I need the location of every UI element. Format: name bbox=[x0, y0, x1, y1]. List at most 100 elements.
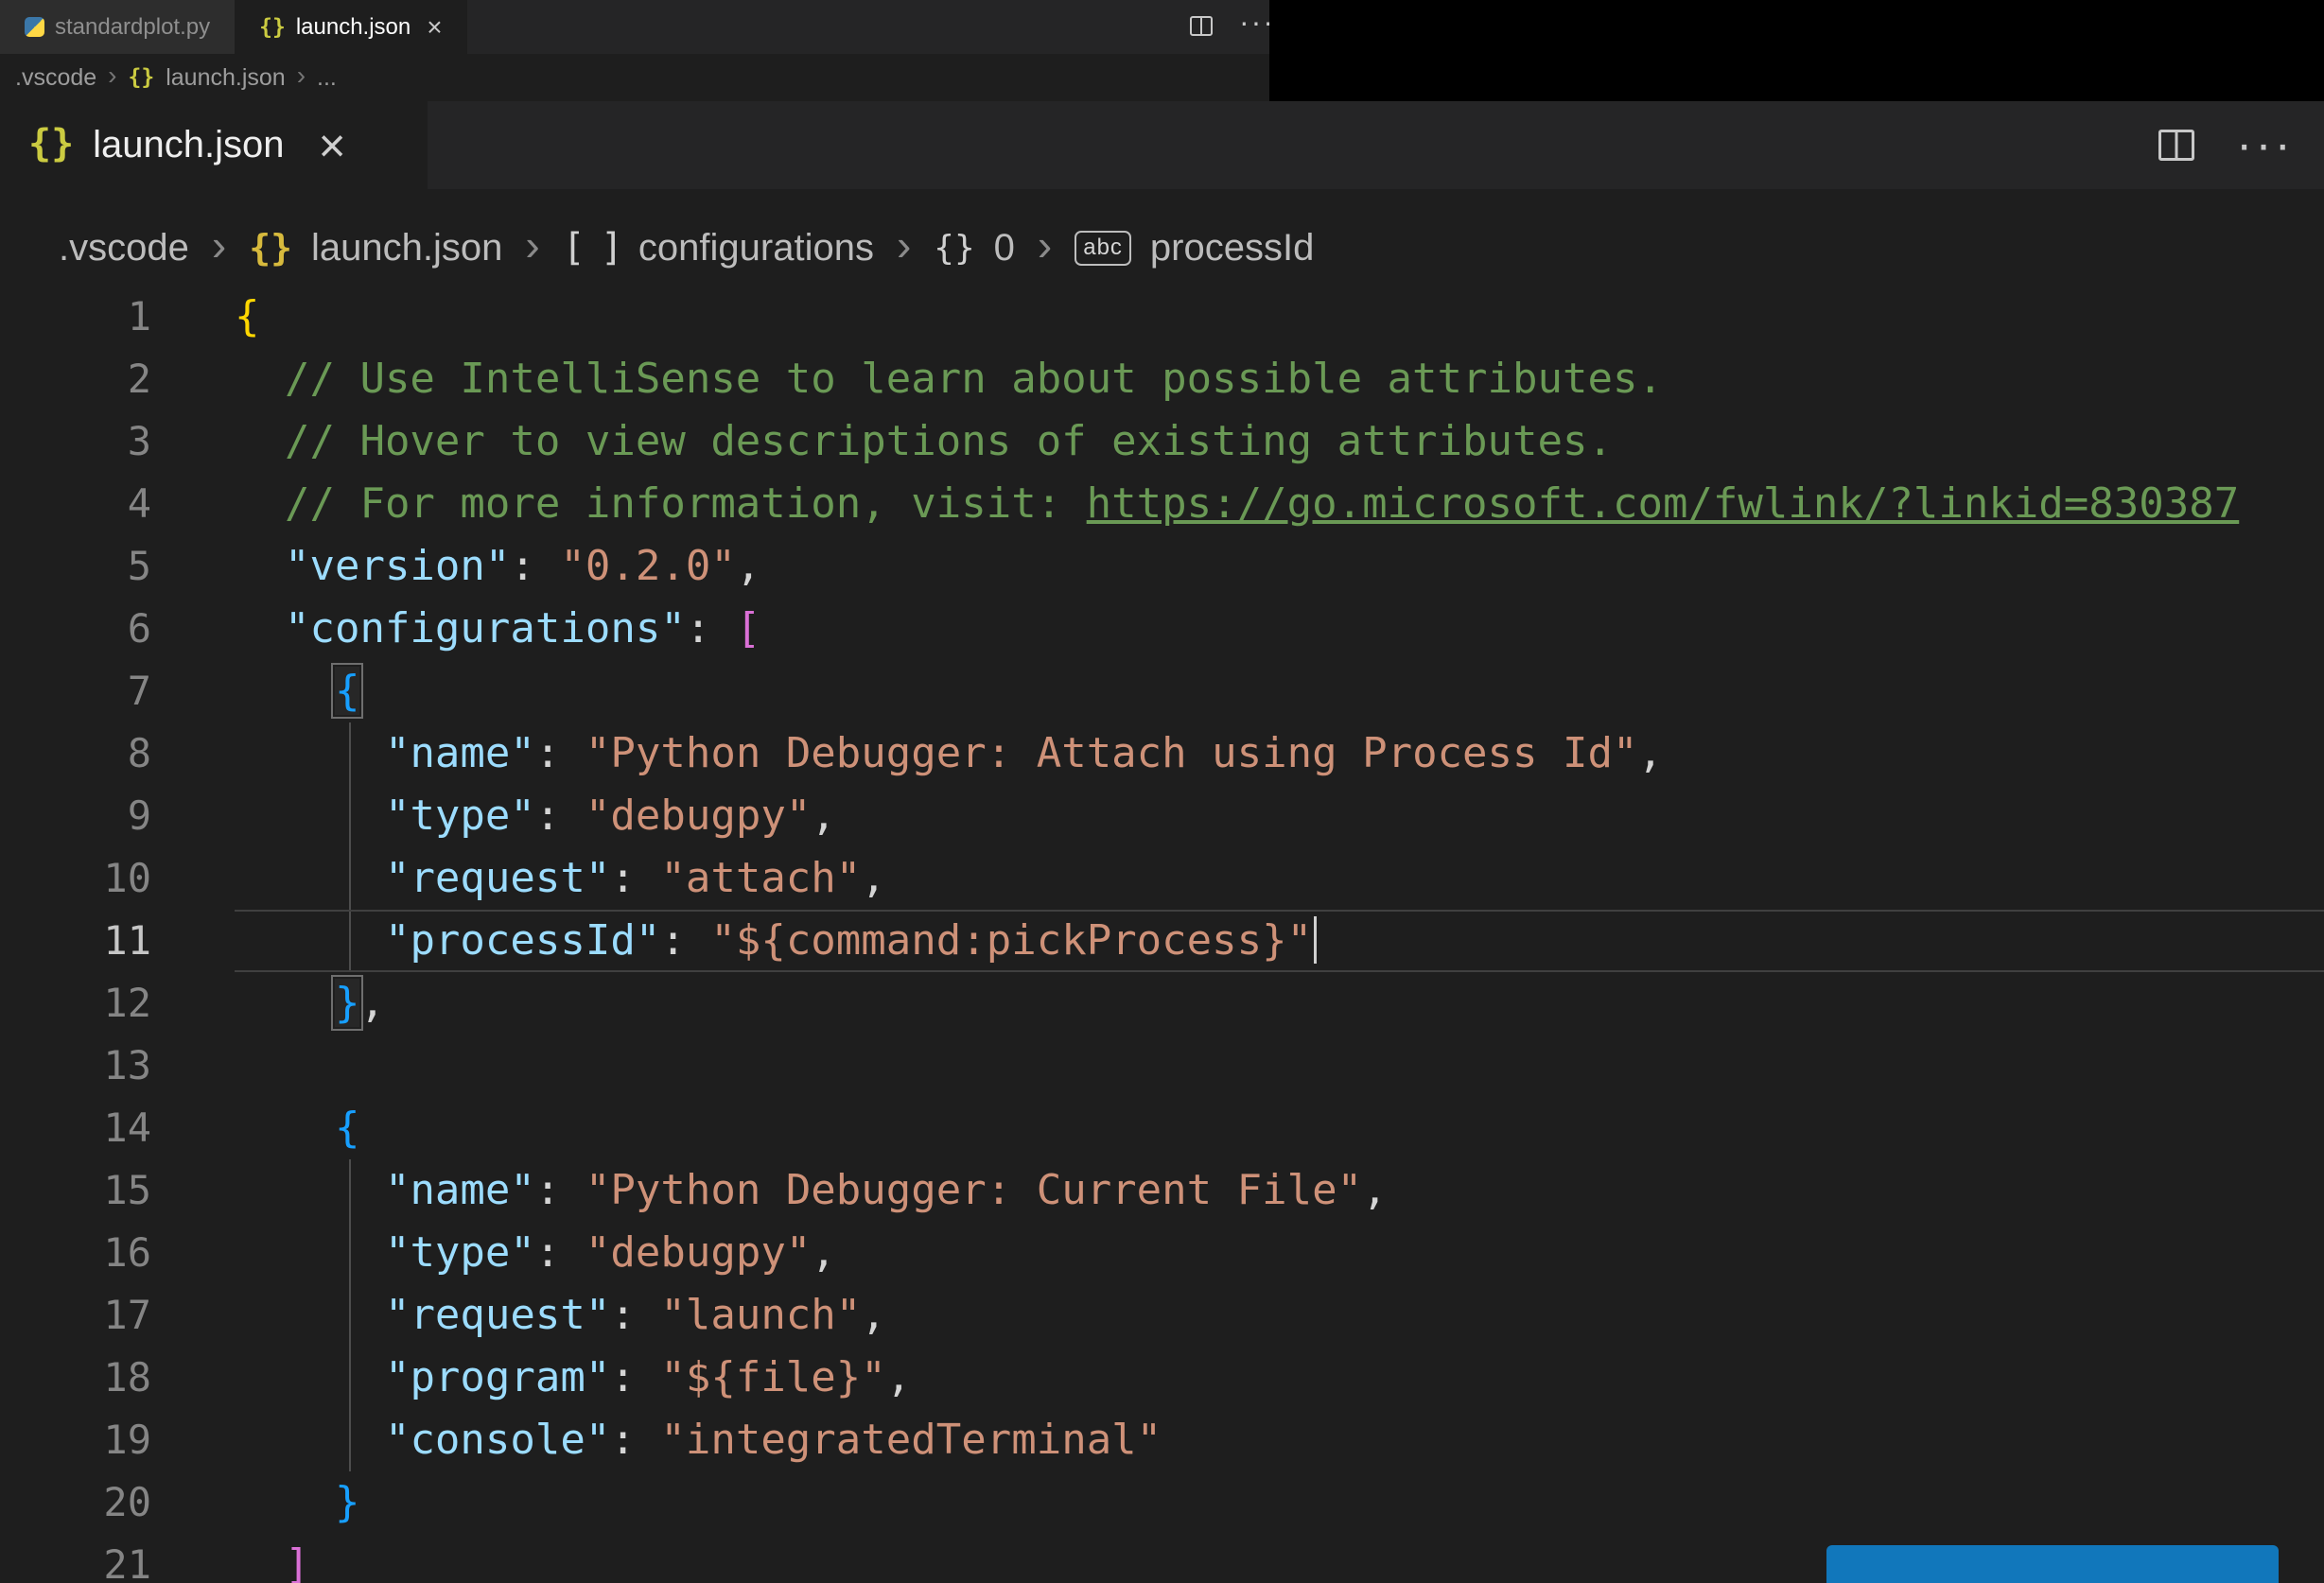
close-icon[interactable]: × bbox=[319, 122, 346, 169]
code-line[interactable]: 10 "request": "attach", bbox=[0, 847, 2324, 910]
code-line[interactable]: 20 } bbox=[0, 1471, 2324, 1534]
line-number[interactable]: 18 bbox=[0, 1347, 151, 1409]
breadcrumb-folder[interactable]: .vscode bbox=[15, 64, 96, 92]
more-actions-icon[interactable]: ··· bbox=[2236, 120, 2294, 168]
code-line[interactable]: 18 "program": "${file}", bbox=[0, 1347, 2324, 1409]
line-number[interactable]: 8 bbox=[0, 722, 151, 785]
chevron-right-icon: › bbox=[1037, 220, 1053, 270]
breadcrumb-configurations[interactable]: configurations bbox=[638, 227, 874, 270]
code-token: // Use IntelliSense to learn about possi… bbox=[284, 355, 1663, 403]
code-token: } bbox=[334, 1478, 360, 1526]
line-number[interactable]: 4 bbox=[0, 473, 151, 535]
line-number[interactable]: 19 bbox=[0, 1409, 151, 1471]
tab-launch-json[interactable]: {} launch.json × bbox=[235, 0, 467, 54]
split-editor-icon[interactable] bbox=[2158, 130, 2195, 161]
code-text: "configurations": [ bbox=[235, 598, 760, 660]
json-file-icon: {} bbox=[128, 65, 155, 90]
code-token: "debugpy" bbox=[585, 792, 812, 840]
json-file-icon: {} bbox=[249, 227, 292, 269]
code-token: : bbox=[534, 1166, 585, 1214]
symbol-string-icon: abc bbox=[1075, 230, 1131, 266]
code-token: "processId" bbox=[384, 916, 661, 965]
code-line[interactable]: 5 "version": "0.2.0", bbox=[0, 535, 2324, 598]
code-line[interactable]: 3 // Hover to view descriptions of exist… bbox=[0, 410, 2324, 473]
code-token: , bbox=[861, 1291, 886, 1339]
code-token: , bbox=[811, 792, 836, 840]
line-number[interactable]: 2 bbox=[0, 348, 151, 410]
code-line[interactable]: 17 "request": "launch", bbox=[0, 1284, 2324, 1347]
code-text: } bbox=[235, 1471, 360, 1534]
code-line[interactable]: 1{ bbox=[0, 286, 2324, 348]
code-token: "type" bbox=[384, 792, 535, 840]
line-number[interactable]: 17 bbox=[0, 1284, 151, 1347]
tab-launch-json-large[interactable]: {} launch.json × bbox=[0, 101, 428, 189]
code-line[interactable]: 12 }, bbox=[0, 972, 2324, 1035]
line-number[interactable]: 1 bbox=[0, 286, 151, 348]
code-token: , bbox=[359, 979, 385, 1027]
line-number[interactable]: 10 bbox=[0, 847, 151, 910]
line-number[interactable]: 20 bbox=[0, 1471, 151, 1534]
code-token: "program" bbox=[384, 1353, 611, 1401]
code-line[interactable]: 8 "name": "Python Debugger: Attach using… bbox=[0, 722, 2324, 785]
line-number[interactable]: 7 bbox=[0, 660, 151, 722]
vscode-window: standardplot.py {} launch.json × ··· .vs… bbox=[0, 0, 2324, 1583]
code-line[interactable]: 11 "processId": "${command:pickProcess}" bbox=[0, 910, 2324, 972]
code-line[interactable]: 2 // Use IntelliSense to learn about pos… bbox=[0, 348, 2324, 410]
tab-standardplot-py[interactable]: standardplot.py bbox=[0, 0, 236, 54]
line-number[interactable]: 9 bbox=[0, 785, 151, 847]
code-line[interactable]: 9 "type": "debugpy", bbox=[0, 785, 2324, 847]
line-number[interactable]: 12 bbox=[0, 972, 151, 1035]
black-region bbox=[1269, 0, 2324, 101]
tab-label: launch.json bbox=[93, 124, 285, 165]
code-area[interactable]: 1{2 // Use IntelliSense to learn about p… bbox=[0, 286, 2324, 1583]
line-number[interactable]: 5 bbox=[0, 535, 151, 598]
breadcrumb-property[interactable]: processId bbox=[1150, 227, 1314, 270]
add-configuration-button[interactable] bbox=[1826, 1545, 2279, 1583]
code-line[interactable]: 19 "console": "integratedTerminal" bbox=[0, 1409, 2324, 1471]
code-line[interactable]: 14 { bbox=[0, 1097, 2324, 1159]
line-number[interactable]: 6 bbox=[0, 598, 151, 660]
code-token: "configurations" bbox=[284, 604, 686, 652]
line-number[interactable]: 11 bbox=[0, 910, 151, 972]
code-token: "version" bbox=[284, 542, 511, 590]
code-token: "integratedTerminal" bbox=[660, 1416, 1162, 1464]
chevron-right-icon: › bbox=[525, 220, 540, 270]
line-number[interactable]: 21 bbox=[0, 1534, 151, 1583]
close-icon[interactable]: × bbox=[427, 12, 442, 43]
split-editor-icon[interactable] bbox=[1190, 16, 1213, 36]
code-line[interactable]: 15 "name": "Python Debugger: Current Fil… bbox=[0, 1159, 2324, 1222]
code-token: , bbox=[885, 1353, 912, 1401]
line-number[interactable]: 16 bbox=[0, 1222, 151, 1284]
code-line[interactable]: 13 bbox=[0, 1035, 2324, 1097]
chevron-right-icon: › bbox=[296, 61, 306, 90]
code-token: : bbox=[610, 854, 661, 902]
breadcrumb-index[interactable]: 0 bbox=[994, 227, 1015, 270]
breadcrumb-more[interactable]: ... bbox=[317, 64, 337, 92]
code-line[interactable]: 6 "configurations": [ bbox=[0, 598, 2324, 660]
code-token: , bbox=[811, 1228, 836, 1277]
line-number[interactable]: 13 bbox=[0, 1035, 151, 1097]
tab-label: standardplot.py bbox=[55, 13, 211, 40]
line-number[interactable]: 3 bbox=[0, 410, 151, 473]
code-token: "request" bbox=[384, 1291, 611, 1339]
line-number[interactable]: 15 bbox=[0, 1159, 151, 1222]
code-text: "version": "0.2.0", bbox=[235, 535, 760, 598]
breadcrumb-file[interactable]: launch.json bbox=[311, 227, 502, 270]
code-line[interactable]: 4 // For more information, visit: https:… bbox=[0, 473, 2324, 535]
breadcrumb-folder[interactable]: .vscode bbox=[59, 227, 189, 270]
code-token: : bbox=[534, 1228, 585, 1277]
code-text: "program": "${file}", bbox=[235, 1347, 911, 1409]
code-line[interactable]: 16 "type": "debugpy", bbox=[0, 1222, 2324, 1284]
code-token: "type" bbox=[384, 1228, 535, 1277]
code-line[interactable]: 7 { bbox=[0, 660, 2324, 722]
code-token: : bbox=[510, 542, 561, 590]
breadcrumb-file[interactable]: launch.json bbox=[166, 64, 285, 92]
line-number[interactable]: 14 bbox=[0, 1097, 151, 1159]
